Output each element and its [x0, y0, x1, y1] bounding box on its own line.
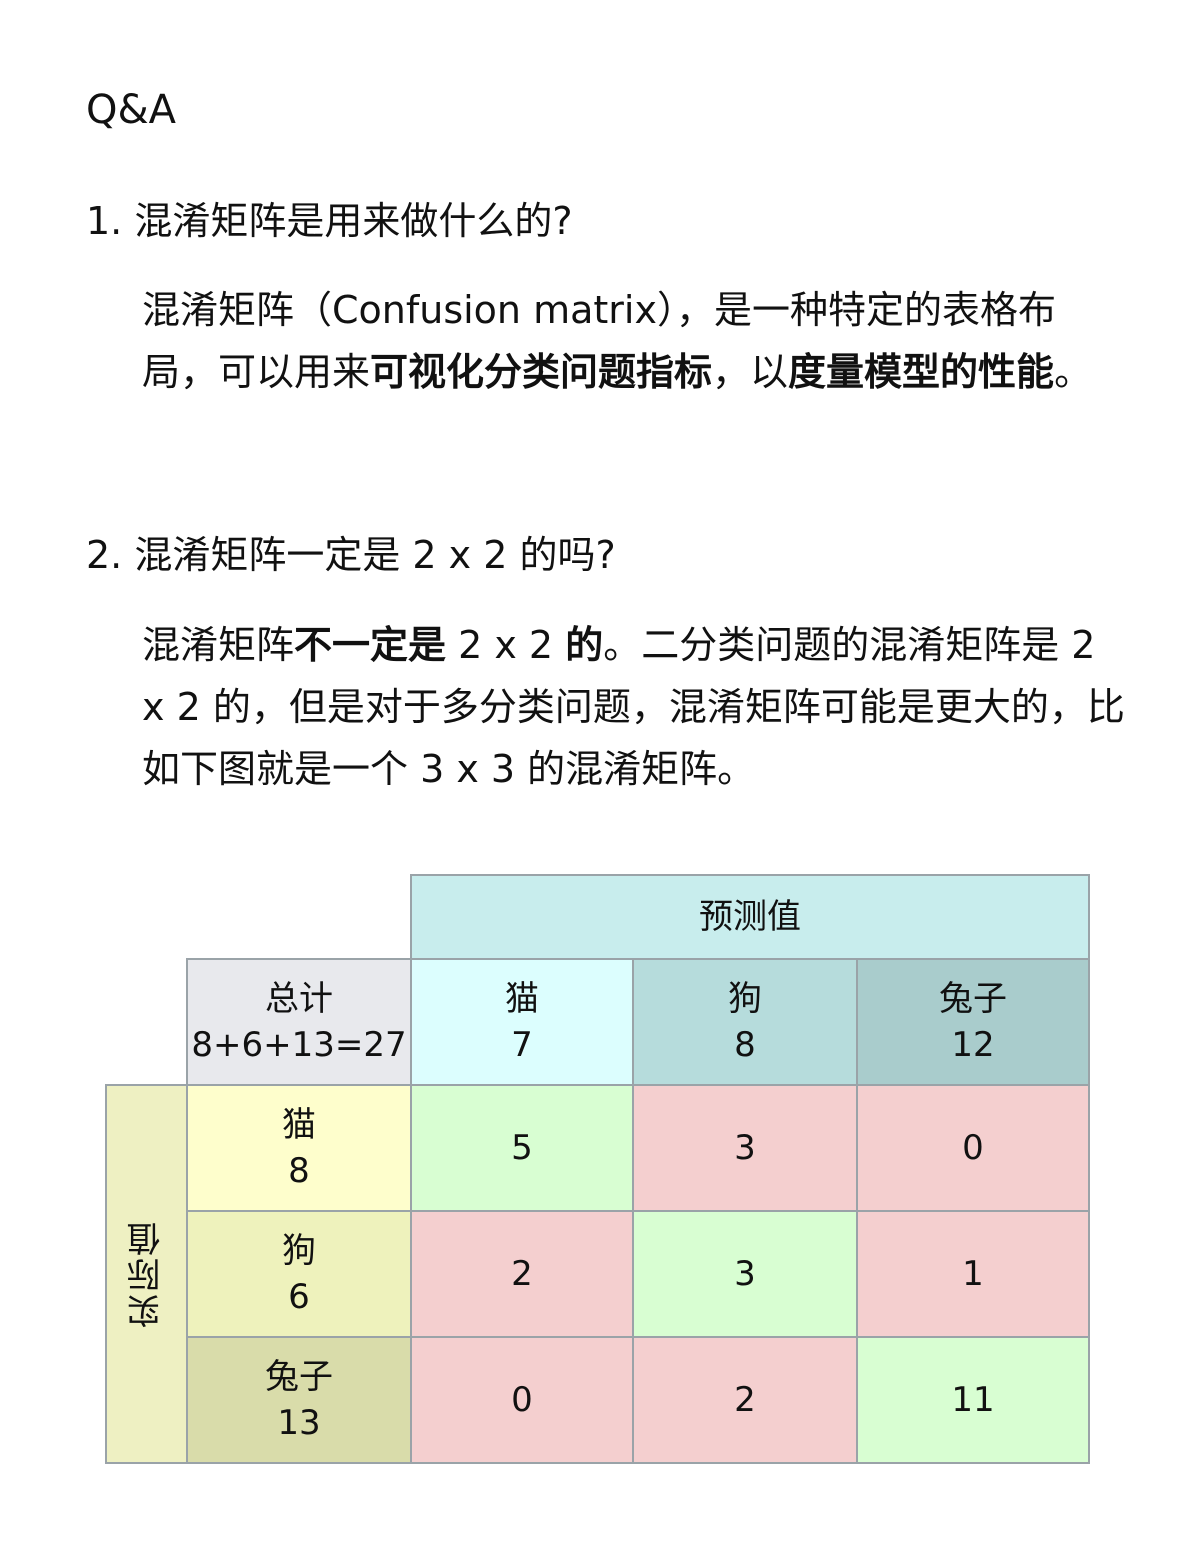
matrix-cell: 5 [410, 1084, 634, 1212]
question-1: 1. 混淆矩阵是用来做什么的? [86, 199, 573, 243]
column-label: 狗 [728, 979, 762, 1019]
cell-value: 1 [962, 1254, 984, 1294]
matrix-cell: 2 [632, 1336, 858, 1464]
answer-segment: 可视化分类问题指标 [370, 350, 713, 394]
matrix-cell: 0 [856, 1084, 1090, 1212]
matrix-cell: 2 [410, 1210, 634, 1338]
actual-label: 实际值 [126, 1220, 167, 1328]
total-cell: 总计 8+6+13=27 [186, 958, 412, 1086]
cell-value: 2 [734, 1380, 756, 1420]
answer-1: 混淆矩阵（Confusion matrix），是一种特定的表格布局，可以用来可视… [142, 279, 1127, 403]
column-header: 兔子 12 [856, 958, 1090, 1086]
matrix-cell: 3 [632, 1084, 858, 1212]
row-header: 兔子 13 [186, 1336, 412, 1464]
column-count: 12 [951, 1025, 995, 1065]
row-count: 13 [277, 1403, 321, 1443]
answer-segment: 混淆矩阵 [142, 623, 295, 667]
cell-value: 5 [511, 1128, 533, 1168]
matrix-cell: 11 [856, 1336, 1090, 1464]
cell-value: 11 [951, 1380, 995, 1420]
answer-2: 混淆矩阵不一定是 2 x 2 的。二分类问题的混淆矩阵是 2 x 2 的，但是对… [142, 614, 1127, 800]
matrix-cell: 0 [410, 1336, 634, 1464]
total-label: 总计 [265, 979, 333, 1019]
answer-segment: 度量模型的性能 [788, 350, 1055, 394]
cell-value: 0 [962, 1128, 984, 1168]
column-label: 猫 [505, 979, 539, 1019]
row-count: 8 [288, 1151, 310, 1191]
row-label: 猫 [282, 1105, 316, 1145]
actual-header: 实际值 [105, 1084, 188, 1464]
total-value: 8+6+13=27 [191, 1025, 407, 1065]
column-header: 狗8 [632, 958, 858, 1086]
column-count: 7 [511, 1025, 533, 1065]
cell-value: 3 [734, 1254, 756, 1294]
column-header: 猫7 [410, 958, 634, 1086]
answer-segment: 的 [565, 623, 604, 667]
predicted-label: 预测值 [699, 897, 801, 937]
column-label: 兔子 [939, 979, 1007, 1019]
question-2: 2. 混淆矩阵一定是 2 x 2 的吗? [86, 533, 616, 577]
matrix-cell: 3 [632, 1210, 858, 1338]
row-header: 猫8 [186, 1084, 412, 1212]
answer-segment: ，以 [712, 350, 789, 394]
row-count: 6 [288, 1277, 310, 1317]
column-count: 8 [734, 1025, 756, 1065]
cell-value: 0 [511, 1380, 533, 1420]
row-label: 狗 [282, 1231, 316, 1271]
answer-segment: 2 x 2 [446, 623, 566, 667]
answer-segment: 不一定是 [294, 623, 447, 667]
predicted-header: 预测值 [410, 874, 1090, 960]
answer-segment: 。 [1054, 350, 1093, 394]
matrix-cell: 1 [856, 1210, 1090, 1338]
row-header: 狗6 [186, 1210, 412, 1338]
cell-value: 2 [511, 1254, 533, 1294]
row-label: 兔子 [265, 1357, 333, 1397]
page-heading: Q&A [86, 87, 177, 133]
cell-value: 3 [734, 1128, 756, 1168]
